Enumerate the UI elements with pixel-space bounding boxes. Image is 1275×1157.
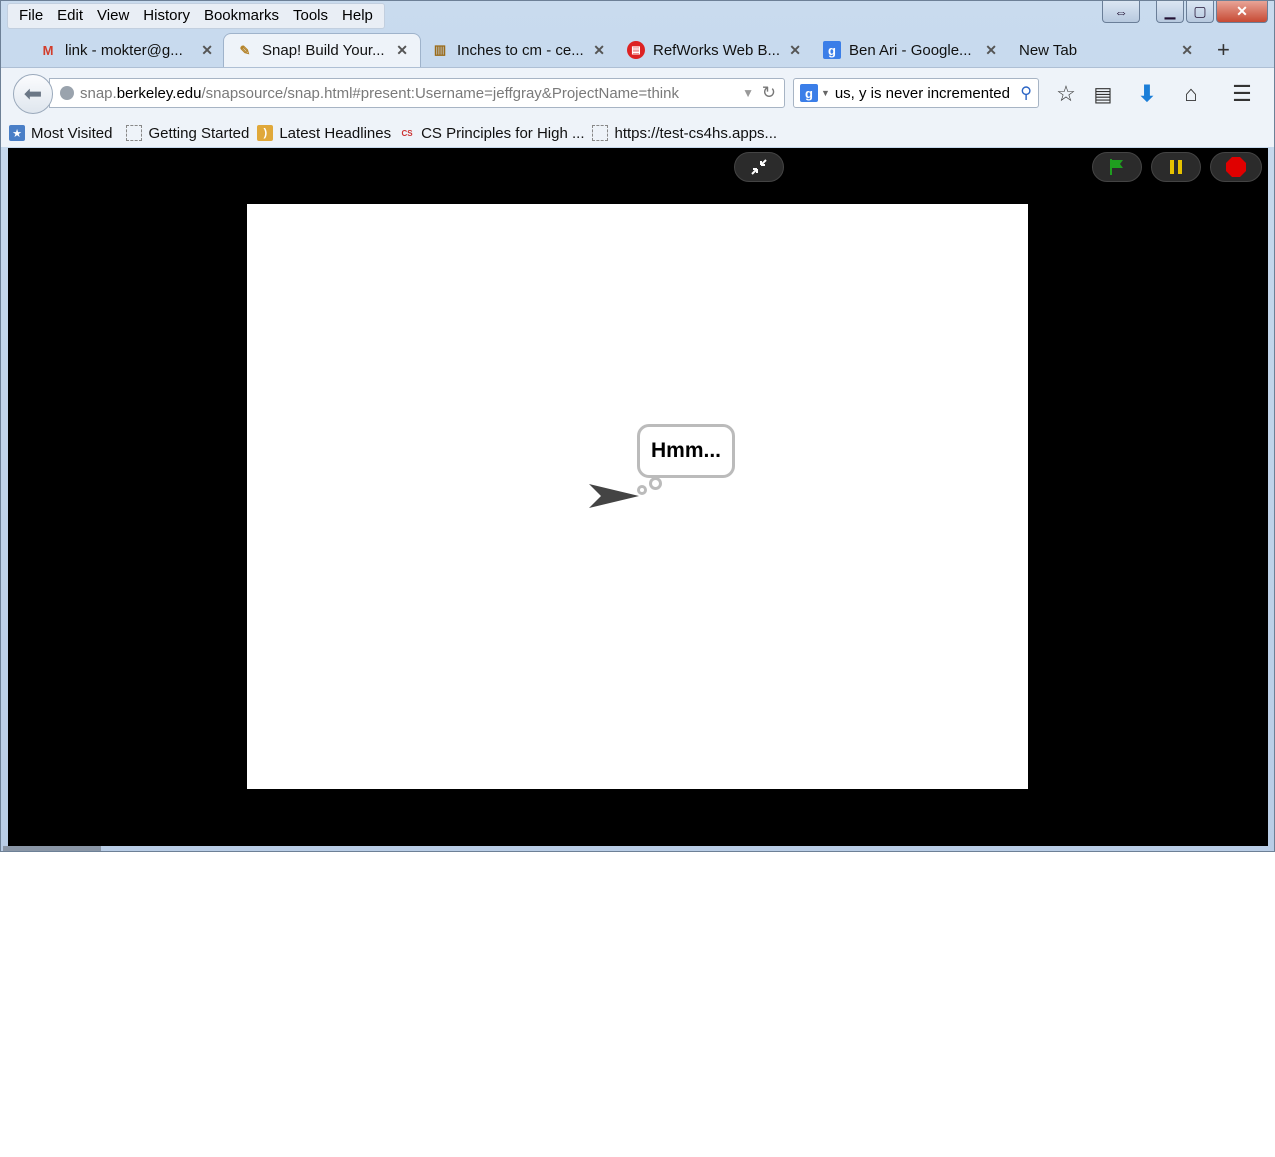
close-tab-icon[interactable]: ✕ <box>985 42 997 59</box>
most-visited-icon: ★ <box>9 125 25 141</box>
tab-label: RefWorks Web B... <box>653 41 780 59</box>
menu-tools[interactable]: Tools <box>286 5 335 27</box>
url-history-dropdown-icon[interactable]: ▼ <box>742 86 754 100</box>
pause-icon <box>1170 160 1182 174</box>
url-text[interactable]: snap.berkeley.edu/snapsource/snap.html#p… <box>80 85 679 102</box>
tab-label: Snap! Build Your... <box>262 42 385 59</box>
url-bar[interactable]: snap.berkeley.edu/snapsource/snap.html#p… <box>49 78 785 108</box>
page-icon <box>126 125 143 141</box>
tab-label: Inches to cm - ce... <box>457 41 584 59</box>
close-tab-icon[interactable]: ✕ <box>593 42 605 59</box>
search-input[interactable]: nus, y is never incremented <box>834 85 1010 102</box>
reload-icon[interactable]: ↻ <box>762 83 776 103</box>
window-controls: ⇔ ▁ ▢ ✕ <box>1102 1 1268 23</box>
page-icon <box>592 125 609 141</box>
back-arrow-icon: ⬅ <box>23 81 43 106</box>
bookmark-label: Latest Headlines <box>279 124 392 142</box>
menu-history[interactable]: History <box>136 5 197 27</box>
tab-snap[interactable]: ✎ Snap! Build Your... ✕ <box>223 33 421 67</box>
stop-sign-icon <box>1226 157 1246 177</box>
back-button[interactable]: ⬅ <box>13 74 53 114</box>
close-tab-icon[interactable]: ✕ <box>396 42 408 59</box>
close-tab-icon[interactable]: ✕ <box>789 42 801 59</box>
snap-icon: ✎ <box>239 42 251 58</box>
menu-view[interactable]: View <box>90 5 136 27</box>
globe-icon <box>60 86 74 100</box>
arrow-sprite[interactable] <box>589 480 639 510</box>
bookmark-label: https://test-cs4hs.apps... <box>614 124 778 142</box>
thought-bubble: Hmm... <box>637 424 735 478</box>
bookmark-label: Most Visited <box>31 124 113 142</box>
menu-help[interactable]: Help <box>335 5 380 27</box>
thought-bubble-text: Hmm... <box>650 439 721 462</box>
collapse-arrows-icon <box>751 159 767 175</box>
bookmark-cs-principles[interactable]: CS CS Principles for High ... <box>399 124 585 142</box>
green-flag-icon <box>1110 159 1123 175</box>
tab-gmail[interactable]: M link - mokter@g... ✕ <box>39 35 213 65</box>
rss-icon: ) <box>257 125 274 141</box>
tab-label: Ben Ari - Google... <box>849 41 972 59</box>
url-path: /snapsource/snap.html#present:Username=j… <box>201 84 679 102</box>
menu-bar: File Edit View History Bookmarks Tools H… <box>7 3 385 29</box>
tab-new[interactable]: New Tab ✕ <box>1019 35 1193 65</box>
url-prefix: snap. <box>80 84 117 102</box>
bookmarks-toolbar: ★ Most Visited Getting Started ) Latest … <box>1 119 1274 147</box>
home-icon[interactable]: ⌂ <box>1177 80 1205 108</box>
new-tab-plus-icon[interactable]: + <box>1217 37 1230 63</box>
tab-inches[interactable]: ▥ Inches to cm - ce... ✕ <box>431 35 605 65</box>
tab-strip: M link - mokter@g... ✕ ✎ Snap! Build You… <box>1 33 1274 67</box>
exit-presentation-button[interactable] <box>734 152 784 182</box>
bookmark-label: Getting Started <box>148 124 250 142</box>
thought-dot <box>637 485 647 495</box>
snap-stage[interactable]: Hmm... <box>247 204 1028 789</box>
menu-bookmarks[interactable]: Bookmarks <box>197 5 286 27</box>
maximize-button[interactable]: ▢ <box>1186 1 1214 23</box>
menu-edit[interactable]: Edit <box>50 5 90 27</box>
ruler-icon: ▥ <box>433 42 447 57</box>
menu-file[interactable]: File <box>12 5 50 27</box>
url-domain: berkeley.edu <box>116 84 202 102</box>
stop-button[interactable] <box>1210 152 1262 182</box>
tab-label: New Tab <box>1019 41 1078 59</box>
bookmark-most-visited[interactable]: ★ Most Visited <box>9 125 112 142</box>
bookmark-test-cs4hs[interactable]: https://test-cs4hs.apps... <box>592 125 777 142</box>
tab-google[interactable]: g Ben Ari - Google... ✕ <box>823 35 997 65</box>
bookmark-star-icon[interactable]: ☆ <box>1052 80 1080 108</box>
close-tab-icon[interactable]: ✕ <box>1181 42 1193 59</box>
google-search-engine-icon[interactable]: g <box>800 84 818 102</box>
bookmark-latest-headlines[interactable]: ) Latest Headlines <box>257 125 391 142</box>
minimize-button[interactable]: ▁ <box>1156 1 1184 23</box>
close-tab-icon[interactable]: ✕ <box>201 42 213 59</box>
gmail-icon: M <box>42 42 54 58</box>
refworks-icon: ▤ <box>627 41 645 59</box>
snap-presentation-area: Hmm... <box>8 148 1268 846</box>
thought-dot <box>649 477 662 490</box>
google-icon: g <box>823 41 841 59</box>
downloads-icon[interactable]: ⬇ <box>1133 80 1161 108</box>
cs4hs-icon: CS <box>401 128 413 138</box>
resize-arrows-button[interactable]: ⇔ <box>1102 1 1140 23</box>
navigation-bar: snap.berkeley.edu/snapsource/snap.html#p… <box>1 67 1274 120</box>
reading-list-icon[interactable]: ▤ <box>1089 80 1117 108</box>
bookmark-label: CS Principles for High ... <box>421 124 585 142</box>
horizontal-scrollbar[interactable] <box>3 846 101 851</box>
menu-hamburger-icon[interactable]: ☰ <box>1228 80 1256 108</box>
search-box[interactable]: g ▼ nus, y is never incremented ⚲ <box>793 78 1039 108</box>
bookmark-getting-started[interactable]: Getting Started <box>126 125 249 142</box>
tab-refworks[interactable]: ▤ RefWorks Web B... ✕ <box>627 35 801 65</box>
tab-label: link - mokter@g... <box>65 41 183 59</box>
search-engine-dropdown-icon[interactable]: ▼ <box>821 88 830 98</box>
search-icon[interactable]: ⚲ <box>1020 83 1032 103</box>
green-flag-button[interactable] <box>1092 152 1142 182</box>
browser-window: File Edit View History Bookmarks Tools H… <box>0 0 1275 852</box>
pause-button[interactable] <box>1151 152 1201 182</box>
close-window-button[interactable]: ✕ <box>1216 1 1268 23</box>
